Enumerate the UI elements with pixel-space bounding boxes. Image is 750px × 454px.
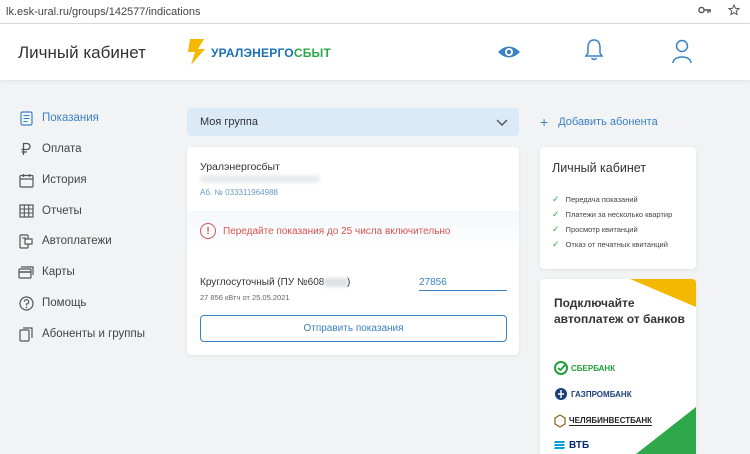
send-readings-button[interactable]: Отправить показания <box>200 315 507 342</box>
app-header: Личный кабинет УРАЛЭНЕРГОСБЫТ <box>0 24 750 80</box>
card-icon <box>18 264 34 280</box>
sidebar-item-cards[interactable]: Карты <box>18 261 75 283</box>
sidebar-item-label: Карты <box>42 266 75 278</box>
eye-icon[interactable] <box>497 44 521 60</box>
sidebar-item-label: Оплата <box>42 143 82 155</box>
last-reading: 27 856 кВтч от 25.05.2021 <box>200 293 290 302</box>
info-item: ✓ Отказ от печатных квитанций <box>552 239 668 250</box>
sidebar-item-label: Абоненты и группы <box>42 328 146 340</box>
info-item: ✓ Платежи за несколько квартир <box>552 209 672 220</box>
key-icon[interactable] <box>698 5 712 15</box>
bank-gazprombank[interactable]: ГАЗПРОМБАНК <box>554 387 632 401</box>
info-item-label: Просмотр квитанций <box>565 225 638 234</box>
alert-message: Передайте показания до 25 числа включите… <box>223 226 451 237</box>
ruble-icon <box>18 141 34 157</box>
info-item-label: Передача показаний <box>565 195 638 204</box>
copy-icon <box>18 326 34 342</box>
sidebar-item-subscribers-groups[interactable]: Абоненты и группы <box>18 323 145 345</box>
sidebar-item-reports[interactable]: Отчеты <box>18 200 82 222</box>
lightning-logo-icon <box>188 39 205 65</box>
brand-logo[interactable]: УРАЛЭНЕРГОСБЫТ <box>186 38 331 66</box>
sidebar-item-help[interactable]: Помощь <box>18 292 86 314</box>
info-panel: Личный кабинет ✓ Передача показаний ✓ Плат… <box>540 147 696 269</box>
company-name: Уралэнергосбыт <box>200 161 280 173</box>
grid-icon <box>18 203 34 219</box>
plus-icon: + <box>540 113 549 130</box>
logo-text-part1: УРАЛЭНЕРГО <box>211 46 294 60</box>
sidebar-item-label: Показания <box>42 112 99 124</box>
page-title: Личный кабинет <box>18 43 146 62</box>
sberbank-logo-icon <box>554 361 568 375</box>
autopay-icon <box>18 233 34 249</box>
check-icon: ✓ <box>552 209 560 219</box>
url-bar-icons <box>698 4 740 16</box>
sidebar-item-label: Автоплатежи <box>42 235 112 247</box>
account-number[interactable]: Аб. № 033311964988 <box>200 188 278 197</box>
info-item: ✓ Просмотр квитанций <box>552 224 638 235</box>
sidebar-item-autopay[interactable]: Автоплатежи <box>18 230 112 252</box>
bank-vtb[interactable]: ВТБ <box>554 439 589 451</box>
help-icon <box>18 295 34 311</box>
star-icon[interactable] <box>728 4 740 16</box>
sidebar-item-indications[interactable]: Показания <box>18 107 99 129</box>
sidebar-item-label: История <box>42 174 87 186</box>
logo-text: УРАЛЭНЕРГОСБЫТ <box>211 46 331 60</box>
bank-name: ЧЕЛЯБИНВЕСТБАНК <box>569 416 653 426</box>
autopay-banks-banner[interactable]: Подключайте автоплатеж от банков СБЕРБАН… <box>540 279 696 454</box>
alert-icon: ! <box>200 223 216 239</box>
info-item: ✓ Передача показаний <box>552 194 638 205</box>
chevron-down-icon <box>496 119 508 126</box>
bank-name: ГАЗПРОМБАНК <box>571 389 632 399</box>
banks-title: Подключайте автоплатеж от банков <box>554 296 685 326</box>
calendar-icon <box>18 172 34 188</box>
check-icon: ✓ <box>552 239 560 249</box>
info-item-label: Отказ от печатных квитанций <box>565 240 668 249</box>
blurred-address <box>200 175 320 183</box>
logo-text-part2: СБЫТ <box>293 46 332 60</box>
add-subscriber-label: Добавить абонента <box>558 116 658 128</box>
group-select-value: Моя группа <box>200 116 258 128</box>
bank-chelyabinvestbank[interactable]: ЧЕЛЯБИНВЕСТБАНК <box>554 414 653 428</box>
meter-label: Круглосуточный (ПУ №608 <box>200 277 325 288</box>
bell-icon[interactable] <box>584 38 604 62</box>
add-subscriber-link[interactable]: + Добавить абонента <box>540 113 658 130</box>
bank-sberbank[interactable]: СБЕРБАНК <box>554 361 615 375</box>
sidebar-item-payment[interactable]: Оплата <box>18 138 82 160</box>
meter-icon <box>18 110 34 126</box>
gazprombank-logo-icon <box>555 388 567 400</box>
check-icon: ✓ <box>552 194 560 204</box>
sidebar-item-label: Помощь <box>42 297 87 309</box>
sidebar-item-history[interactable]: История <box>18 169 87 191</box>
account-card: Уралэнергосбыт Аб. № 033311964988 ! Пере… <box>187 147 519 355</box>
browser-url-bar[interactable]: lk.esk-ural.ru/groups/142577/indications <box>0 0 750 24</box>
sidebar-item-label: Отчеты <box>42 205 82 217</box>
user-icon[interactable] <box>671 38 693 64</box>
reading-input[interactable] <box>419 275 507 291</box>
url-text[interactable]: lk.esk-ural.ru/groups/142577/indications <box>6 6 200 18</box>
group-select[interactable]: Моя группа <box>187 108 519 136</box>
meter-label-close: ) <box>347 277 351 288</box>
chelyabinvestbank-logo-icon <box>554 414 566 428</box>
blurred-meter-number <box>324 278 348 287</box>
info-item-label: Платежи за несколько квартир <box>565 210 673 219</box>
check-icon: ✓ <box>552 224 560 234</box>
vtb-logo-icon <box>554 441 565 449</box>
info-title: Личный кабинет <box>552 161 647 175</box>
bank-name: ВТБ <box>569 439 590 451</box>
bank-name: СБЕРБАНК <box>571 363 616 373</box>
